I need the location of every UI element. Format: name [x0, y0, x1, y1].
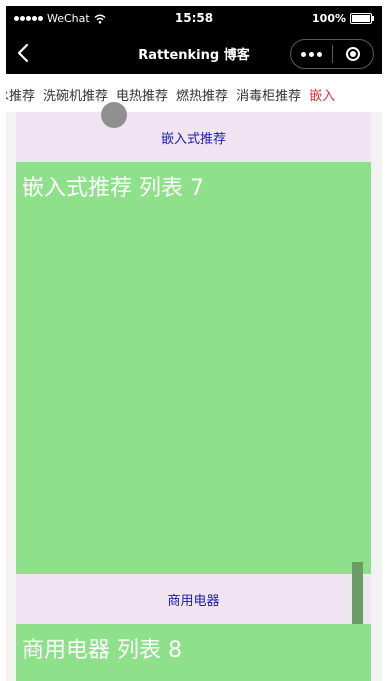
tab-gas-heater[interactable]: 燃热推荐 — [176, 85, 228, 104]
category-tabs: 水推荐 洗碗机推荐 电热推荐 燃热推荐 消毒柜推荐 嵌入 — [6, 74, 382, 112]
scroll-content[interactable]: 嵌入式推荐 嵌入式推荐 列表 7 商用电器 商用电器 列表 8 — [16, 112, 371, 681]
tab-dishwasher[interactable]: 洗碗机推荐 — [43, 85, 108, 104]
touch-indicator — [101, 102, 127, 128]
section-header-built-in: 嵌入式推荐 — [16, 112, 371, 162]
list-panel-built-in: 嵌入式推荐 列表 7 — [16, 162, 371, 628]
status-bar: WeChat 15:58 100% — [6, 6, 382, 32]
tab-electric-heater[interactable]: 电热推荐 — [116, 85, 168, 104]
more-options-icon[interactable] — [291, 51, 332, 57]
tab-sterilizer[interactable]: 消毒柜推荐 — [236, 85, 301, 104]
list-title: 嵌入式推荐 列表 7 — [22, 176, 204, 201]
close-miniprogram-button[interactable] — [333, 47, 374, 61]
battery-icon — [350, 13, 374, 24]
navigation-bar: Rattenking 博客 — [6, 32, 382, 74]
battery-percent: 100% — [312, 12, 346, 25]
battery-status: 100% — [312, 12, 374, 25]
section-header-commercial: 商用电器 — [16, 574, 371, 624]
list-panel-commercial: 商用电器 列表 8 — [16, 624, 371, 681]
list-title: 商用电器 列表 8 — [22, 638, 182, 663]
tab-built-in[interactable]: 嵌入 — [309, 85, 335, 104]
phone-screen: WeChat 15:58 100% Rattenking 博客 水推 — [6, 6, 382, 681]
menu-capsule — [290, 39, 374, 69]
scrollbar-thumb[interactable] — [352, 562, 363, 628]
tab-water[interactable]: 水推荐 — [6, 85, 35, 104]
target-icon — [345, 47, 360, 61]
